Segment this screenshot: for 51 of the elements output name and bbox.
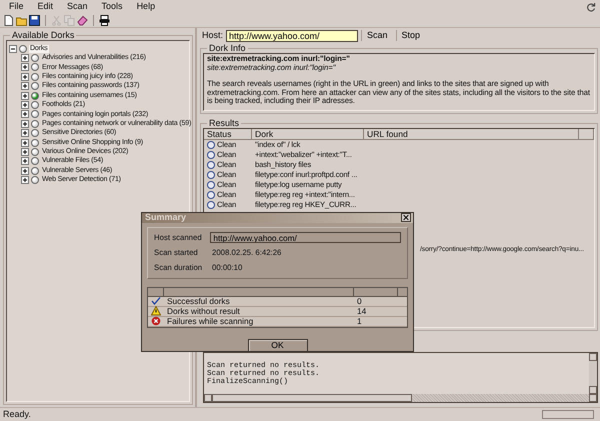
host-field[interactable]: http://www.yahoo.com/: [210, 232, 401, 244]
column-header[interactable]: URL found: [364, 129, 579, 139]
expand-icon[interactable]: [21, 166, 29, 175]
refresh-icon[interactable]: [586, 2, 596, 12]
expand-icon[interactable]: [21, 72, 29, 81]
expand-icon[interactable]: [21, 92, 29, 100]
expand-icon[interactable]: [21, 101, 29, 110]
menu-item[interactable]: Scan: [62, 2, 93, 12]
menu-item[interactable]: File: [4, 2, 29, 12]
panel-title: Available Dorks: [11, 30, 76, 40]
table-cell-text: 1: [356, 316, 363, 326]
status-panel: [542, 410, 594, 419]
horizontal-scrollbar[interactable]: [204, 394, 597, 402]
status-text: Ready.: [3, 410, 31, 420]
error-icon: [151, 316, 161, 326]
expand-icon[interactable]: [21, 54, 29, 62]
warning-icon: [151, 306, 161, 316]
menu-item[interactable]: Tools: [96, 2, 128, 12]
expand-icon[interactable]: [21, 176, 29, 184]
printer-icon[interactable]: [99, 15, 110, 26]
vertical-scrollbar[interactable]: [589, 353, 597, 394]
toolbar-button[interactable]: Stop: [396, 30, 426, 41]
expand-icon[interactable]: [21, 82, 29, 90]
column-header[interactable]: Status: [204, 129, 252, 139]
group-title: Dork Info: [208, 43, 247, 53]
toolbar-button[interactable]: Scan: [361, 30, 393, 41]
table-cell-text: Successful dorks: [166, 296, 231, 306]
expand-icon[interactable]: [21, 138, 29, 147]
expand-icon[interactable]: [21, 157, 29, 166]
check-icon: [151, 296, 161, 306]
table-cell-text: 0: [356, 296, 363, 306]
expand-icon[interactable]: [21, 129, 29, 138]
close-button[interactable]: [401, 213, 411, 222]
dialog-title: Summary: [145, 213, 186, 223]
host-field[interactable]: http://www.yahoo.com/: [226, 30, 358, 42]
expand-icon[interactable]: [21, 110, 29, 118]
menu-item[interactable]: Help: [132, 2, 160, 12]
column-header[interactable]: Dork: [252, 129, 364, 139]
ok-button[interactable]: OK: [248, 338, 308, 352]
status-dot: [19, 44, 27, 53]
menu-item[interactable]: Edit: [32, 2, 58, 12]
collapse-icon[interactable]: [9, 44, 17, 53]
host-label: Host:: [202, 30, 224, 40]
expand-icon[interactable]: [21, 120, 29, 128]
save-icon[interactable]: [29, 15, 40, 26]
table-cell-text: 14: [356, 306, 368, 316]
expand-icon[interactable]: [21, 63, 29, 72]
group-title: Results: [208, 118, 240, 128]
table-cell-text: Dorks without result: [166, 306, 241, 316]
table-cell-text: Failures while scanning: [166, 316, 254, 326]
expand-icon[interactable]: [21, 148, 29, 156]
